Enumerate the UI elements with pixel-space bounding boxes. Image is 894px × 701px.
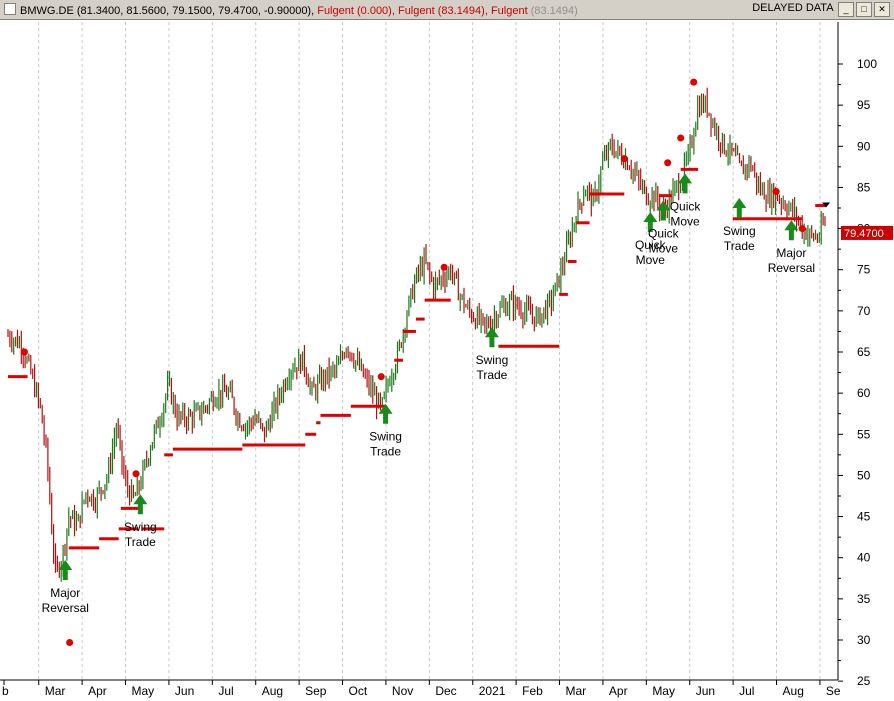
- date-tick-label: May: [132, 684, 155, 698]
- price-tick-label: 75: [857, 263, 871, 277]
- signal-label-line1: Swing: [369, 430, 402, 444]
- date-tick-label: 2021: [479, 684, 506, 698]
- signal-label-line1: Major: [50, 586, 80, 600]
- date-tick-label: Apr: [609, 684, 628, 698]
- price-tick-label: 55: [857, 427, 871, 441]
- price-tick-label: 85: [857, 180, 871, 194]
- signal-label-line1: Swing: [476, 353, 509, 367]
- signal-arrow-icon: [133, 494, 148, 515]
- signal-label-line2: Trade: [724, 239, 755, 253]
- signal-dot: [132, 470, 140, 478]
- date-tick-label: Jun: [696, 684, 715, 698]
- date-tick-label: Apr: [88, 684, 107, 698]
- signal-dot: [798, 225, 806, 233]
- price-tick-label: 95: [857, 98, 871, 112]
- date-tick-label: May: [652, 684, 675, 698]
- date-tick-label: Feb: [522, 684, 543, 698]
- signal-dot: [690, 78, 698, 86]
- signal-label-line1: Quick: [648, 226, 680, 240]
- signal-label-line2: Trade: [125, 535, 156, 549]
- signal-label-line2: Reversal: [42, 601, 89, 615]
- signal-dot: [620, 155, 628, 163]
- signal-arrow-icon: [732, 198, 747, 218]
- price-tick-label: 50: [857, 468, 871, 482]
- price-tick-label: 90: [857, 139, 871, 153]
- price-tick-label: 100: [857, 57, 877, 71]
- price-tick-label: 40: [857, 551, 871, 565]
- date-tick-label: Jun: [175, 684, 194, 698]
- date-tick-label: Mar: [45, 684, 66, 698]
- signal-dot: [440, 263, 448, 271]
- date-tick-label: Aug: [783, 684, 804, 698]
- price-tick-label: 65: [857, 345, 871, 359]
- date-tick-label: Jul: [739, 684, 754, 698]
- signal-label-line2: Trade: [370, 445, 401, 459]
- signal-dot: [20, 348, 28, 356]
- signal-label-line2: Trade: [476, 368, 507, 382]
- signal-label-line2: Move: [670, 214, 700, 228]
- date-tick-label: Oct: [349, 684, 368, 698]
- signal-label-line2: Reversal: [768, 261, 815, 275]
- signal-label-line1: Swing: [124, 520, 157, 534]
- price-tick-label: 35: [857, 592, 871, 606]
- signal-dot: [664, 159, 672, 167]
- last-price-label: 79.4700: [844, 228, 884, 240]
- signal-arrow-icon: [58, 560, 73, 581]
- date-tick-label: Se: [826, 684, 841, 698]
- price-tick-label: 30: [857, 633, 871, 647]
- price-tick-label: 25: [857, 674, 871, 688]
- date-tick-label: b: [2, 684, 9, 698]
- price-chart[interactable]: 253035404550556065707580859095100bMarApr…: [0, 0, 894, 701]
- signal-label-line1: Swing: [723, 224, 756, 238]
- signal-arrow-icon: [656, 200, 671, 221]
- signal-dot: [377, 373, 385, 381]
- date-tick-label: Mar: [566, 684, 587, 698]
- date-tick-label: Dec: [435, 684, 456, 698]
- date-tick-label: Jul: [218, 684, 233, 698]
- signal-dot: [677, 134, 685, 142]
- signal-dot: [66, 638, 74, 646]
- date-tick-label: Aug: [262, 684, 283, 698]
- date-tick-label: Sep: [305, 684, 327, 698]
- date-tick-label: Nov: [392, 684, 413, 698]
- price-tick-label: 45: [857, 510, 871, 524]
- signal-label-line1: Quick: [670, 199, 702, 213]
- signal-dot: [772, 188, 780, 196]
- price-tick-label: 60: [857, 386, 871, 400]
- price-tick-label: 70: [857, 304, 871, 318]
- signal-label-line2: Move: [649, 241, 679, 255]
- signal-label-line1: Major: [776, 246, 806, 260]
